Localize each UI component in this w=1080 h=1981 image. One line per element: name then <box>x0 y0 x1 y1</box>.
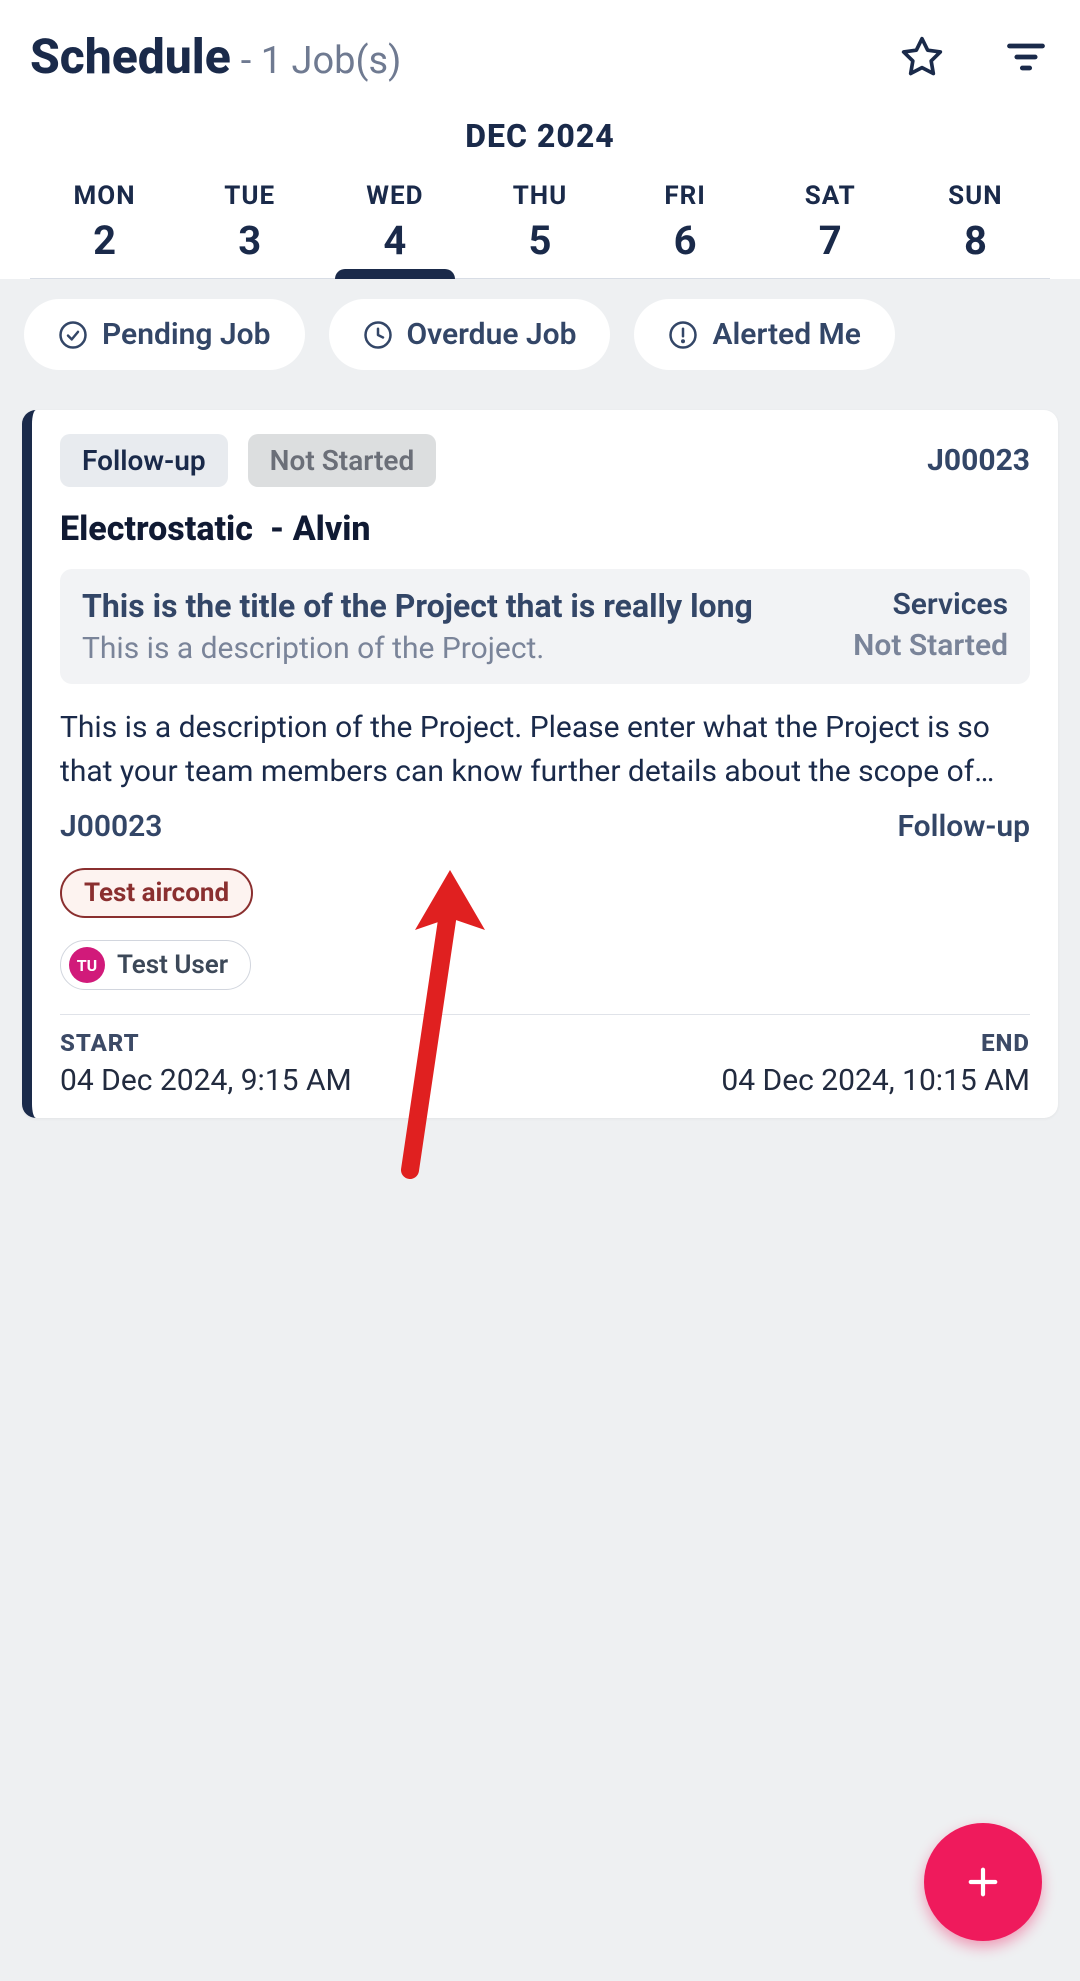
day-mon[interactable]: MON 2 <box>32 173 177 278</box>
day-sun[interactable]: SUN 8 <box>903 173 1048 278</box>
avatar: TU <box>69 947 105 983</box>
favorite-button[interactable] <box>898 33 946 81</box>
project-service: Services <box>853 587 1008 622</box>
customer-line: Electrostatic - Alvin <box>60 509 1030 549</box>
day-thu[interactable]: THU 5 <box>467 173 612 278</box>
check-circle-icon <box>58 320 88 350</box>
assigned-user: TU Test User <box>60 940 251 990</box>
project-short-desc: This is a description of the Project. <box>82 631 833 666</box>
job-tag: Test aircond <box>60 868 253 918</box>
project-title: This is the title of the Project that is… <box>82 587 833 625</box>
badge-job-type: Follow-up <box>60 434 228 487</box>
divider <box>60 1014 1030 1015</box>
user-name: Test User <box>117 950 228 980</box>
project-status: Not Started <box>853 628 1008 663</box>
page-title: Schedule <box>30 28 231 85</box>
star-icon <box>900 35 944 79</box>
day-sat[interactable]: SAT 7 <box>758 173 903 278</box>
filter-chip-bar: Pending Job Overdue Job Alerted Me <box>0 279 1080 390</box>
filter-pending[interactable]: Pending Job <box>24 299 305 370</box>
add-button[interactable] <box>924 1823 1042 1941</box>
alert-circle-icon <box>668 320 698 350</box>
job-id-bottom: J00023 <box>60 809 162 844</box>
filter-overdue[interactable]: Overdue Job <box>329 299 611 370</box>
filter-button[interactable] <box>1002 33 1050 81</box>
job-type-bottom: Follow-up <box>898 809 1031 844</box>
clock-icon <box>363 320 393 350</box>
header: Schedule - 1 Job(s) DEC 2024 MON 2 TUE 3… <box>0 0 1080 279</box>
day-fri[interactable]: FRI 6 <box>613 173 758 278</box>
day-wed[interactable]: WED 4 <box>322 173 467 278</box>
month-label: DEC 2024 <box>30 105 1050 173</box>
project-summary: This is the title of the Project that is… <box>60 569 1030 684</box>
day-tue[interactable]: TUE 3 <box>177 173 322 278</box>
job-card[interactable]: Follow-up Not Started J00023 Electrostat… <box>22 410 1058 1118</box>
page-title-wrap: Schedule - 1 Job(s) <box>30 28 401 85</box>
badge-job-status: Not Started <box>248 434 437 487</box>
job-id: J00023 <box>927 443 1030 478</box>
page-subtitle: - 1 Job(s) <box>241 39 402 83</box>
end-time-block: END 04 Dec 2024, 10:15 AM <box>721 1029 1030 1098</box>
project-description: This is a description of the Project. Pl… <box>60 706 1030 793</box>
week-row: MON 2 TUE 3 WED 4 THU 5 FRI 6 SAT 7 SUN … <box>30 173 1050 279</box>
filter-alerted[interactable]: Alerted Me <box>634 299 894 370</box>
filter-icon <box>1004 35 1048 79</box>
start-time-block: START 04 Dec 2024, 9:15 AM <box>60 1029 352 1098</box>
plus-icon <box>962 1861 1004 1903</box>
